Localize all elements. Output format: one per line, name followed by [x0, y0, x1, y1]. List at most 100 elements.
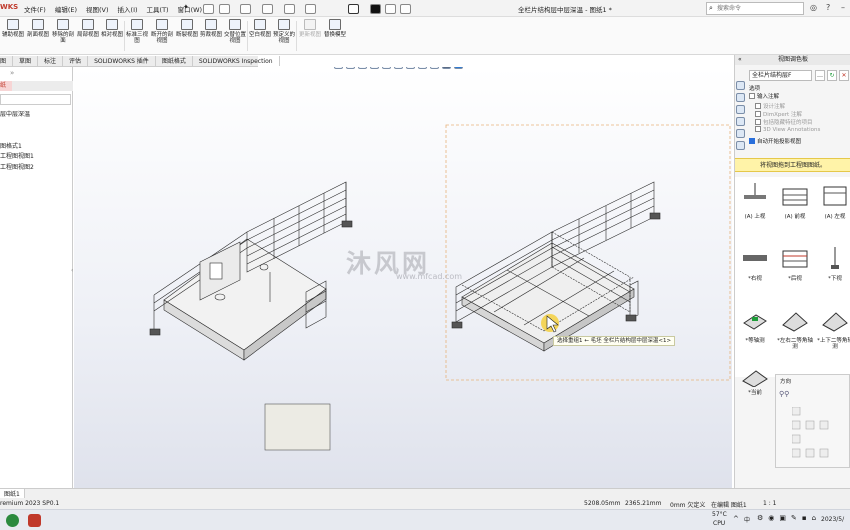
tree-filter-field[interactable]: [0, 94, 71, 105]
sheet-tab[interactable]: 图纸1: [0, 489, 25, 498]
crop-view-button[interactable]: 剪裁视图: [200, 19, 222, 53]
options-gear-icon[interactable]: [400, 4, 411, 14]
graphics-window-controls[interactable]: ▫▭⧉✕: [659, 67, 705, 70]
checkbox-icon[interactable]: [755, 126, 761, 132]
view-orientation-icon[interactable]: [382, 67, 391, 69]
option-import-annotations[interactable]: 输入注解: [749, 92, 779, 100]
display-style-icon[interactable]: [394, 67, 403, 69]
apply-scene-icon[interactable]: [430, 67, 439, 69]
save-icon[interactable]: [262, 4, 273, 14]
tab-inspection[interactable]: SOLIDWORKS Inspection: [193, 56, 280, 66]
auxiliary-view-button[interactable]: 辅助视图: [2, 19, 24, 53]
orientation-cube-grid[interactable]: [791, 406, 842, 462]
view-thumb-trimetric[interactable]: *上下二等角轴测: [815, 305, 850, 363]
option-hidden-features[interactable]: 包括隐藏特征的项目: [755, 118, 813, 126]
section-view-icon[interactable]: [370, 67, 379, 69]
edit-appearance-icon[interactable]: [418, 67, 427, 69]
rebuild-icon[interactable]: [385, 4, 396, 14]
option-dimxpert[interactable]: DimXpert 注解: [755, 110, 802, 118]
checkbox-icon[interactable]: [755, 103, 761, 109]
view-palette-icon[interactable]: [736, 141, 745, 150]
tree-item-drawing-view-1[interactable]: 工程图视图1: [0, 151, 34, 160]
view-thumb-front[interactable]: (A) 前视: [775, 181, 815, 239]
replace-model-button[interactable]: 替换模型: [324, 19, 346, 53]
view-thumb-dimetric[interactable]: *左右二等角轴测: [775, 305, 815, 363]
undo-icon[interactable]: [305, 4, 316, 14]
checkbox-icon[interactable]: [755, 111, 761, 117]
menu-file[interactable]: 文件(F): [24, 4, 46, 14]
user-icon[interactable]: ◎: [810, 3, 817, 12]
checkbox-icon[interactable]: [755, 119, 761, 125]
update-view-button[interactable]: 更新视图: [299, 19, 321, 53]
view-thumb-right[interactable]: *右视: [735, 243, 775, 301]
empty-view-box[interactable]: [264, 403, 331, 451]
tree-item-drawing-view-2[interactable]: 工程图视图2: [0, 162, 34, 171]
design-library-icon[interactable]: [736, 105, 745, 114]
broken-out-section-button[interactable]: 断开的剖视图: [151, 19, 173, 53]
detail-view-button[interactable]: 局部视图: [77, 19, 99, 53]
tab-addins[interactable]: SOLIDWORKS 插件: [88, 56, 156, 66]
orientation-icons[interactable]: ⚲⚲: [779, 390, 789, 398]
view-settings-icon[interactable]: [442, 67, 451, 69]
option-auto-projected-view[interactable]: 自动开始投影视图: [749, 137, 801, 145]
menu-window[interactable]: 窗口(W): [178, 4, 203, 14]
menu-insert[interactable]: 插入(I): [118, 4, 138, 14]
zoom-to-area-icon[interactable]: [346, 67, 355, 69]
predefined-view-button[interactable]: 预定义的视图: [273, 19, 295, 53]
view-thumb-back[interactable]: *后视: [775, 243, 815, 301]
view-thumb-current[interactable]: *当前: [735, 367, 775, 425]
tab-evaluate[interactable]: 评估: [63, 56, 89, 66]
tab-feature-tree[interactable]: 纸: [0, 81, 12, 91]
browse-button[interactable]: …: [815, 70, 825, 81]
zoom-to-fit-icon[interactable]: [334, 67, 343, 69]
option-3d-view-annotations[interactable]: 3D View Annotations: [755, 126, 820, 133]
tab-sketch[interactable]: 草图: [13, 56, 39, 66]
new-document-icon[interactable]: [219, 4, 230, 14]
file-explorer-icon[interactable]: [736, 117, 745, 126]
tab-sheet-format[interactable]: 图纸格式: [156, 56, 193, 66]
tray-icons[interactable]: ⚙◉▣✎▪⌂: [757, 514, 821, 522]
break-view-button[interactable]: 断裂视图: [176, 19, 198, 53]
resources-icon[interactable]: [736, 93, 745, 102]
drawing-view-1[interactable]: [149, 181, 353, 361]
empty-view-button[interactable]: 空白视图: [249, 19, 271, 53]
traffic-light-icon[interactable]: [370, 4, 381, 14]
checkbox-checked-icon[interactable]: [749, 138, 755, 144]
relative-view-button[interactable]: 相对视图: [101, 19, 123, 53]
option-design-annotations[interactable]: 设计注解: [755, 102, 785, 110]
display-pane-icon[interactable]: [454, 67, 463, 69]
app-circle-icon[interactable]: [6, 514, 19, 527]
hide-show-icon[interactable]: [406, 67, 415, 69]
standard-three-view-button[interactable]: 标准三视图: [126, 19, 148, 53]
expand-chevron-icon[interactable]: »: [10, 69, 14, 77]
tray-date[interactable]: 2023/5/: [821, 516, 844, 523]
alternate-position-view-button[interactable]: 交替位置视图: [224, 19, 246, 53]
appearances-icon[interactable]: [736, 129, 745, 138]
pin-icon[interactable]: ✦: [183, 3, 189, 11]
view-thumb-left[interactable]: (A) 左视: [815, 181, 850, 239]
view-thumb-isometric[interactable]: *等轴测: [735, 305, 775, 363]
tree-item-root[interactable]: 层中层深温: [0, 109, 30, 118]
search-field[interactable]: ⌕: [706, 2, 804, 15]
tree-item-sheet-format[interactable]: 图格式1: [0, 141, 22, 150]
model-select[interactable]: 全栏片结构层F: [749, 70, 812, 81]
open-icon[interactable]: [240, 4, 251, 14]
refresh-icon[interactable]: ↻: [827, 70, 837, 81]
menu-view[interactable]: 视图(V): [86, 4, 109, 14]
solidworks-taskbar-icon[interactable]: [28, 514, 41, 527]
search-input[interactable]: [717, 3, 795, 14]
checkbox-icon[interactable]: [749, 93, 755, 99]
section-view-button[interactable]: 剖面视图: [27, 19, 49, 53]
view-thumb-bottom[interactable]: *下视: [815, 243, 850, 301]
collapse-panel-icon[interactable]: «: [738, 56, 742, 63]
clear-icon[interactable]: ✕: [839, 70, 849, 81]
removed-section-button[interactable]: 移除的剖面: [52, 19, 74, 53]
menu-tools[interactable]: 工具(T): [147, 4, 169, 14]
tray-chevron-icon[interactable]: ^: [733, 515, 739, 523]
help-icon[interactable]: ?: [826, 3, 830, 12]
view-thumb-top[interactable]: (A) 上视: [735, 181, 775, 239]
print-icon[interactable]: [284, 4, 295, 14]
select-icon[interactable]: [348, 4, 359, 14]
ime-indicator[interactable]: 中: [744, 515, 750, 524]
home-icon[interactable]: [203, 4, 214, 14]
